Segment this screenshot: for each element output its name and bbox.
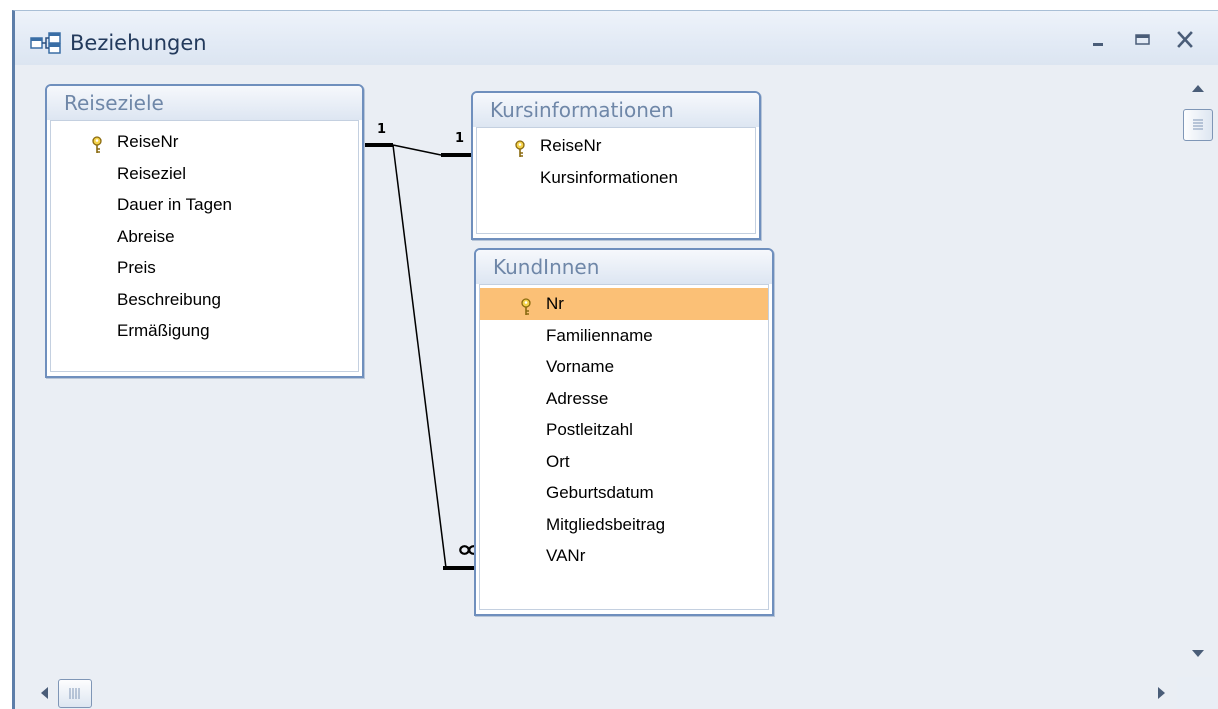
- table-title[interactable]: Kursinformationen: [473, 93, 759, 127]
- field-label: Familienname: [546, 325, 653, 345]
- field-item-selected[interactable]: Nr: [480, 288, 768, 320]
- table-title[interactable]: Reiseziele: [47, 86, 362, 120]
- field-item[interactable]: Mitgliedsbeitrag: [480, 509, 768, 541]
- relationships-window: Beziehungen 1 1 Reiseziele ReiseNr Reise…: [12, 10, 1218, 709]
- field-item[interactable]: Familienname: [480, 320, 768, 352]
- scroll-up-arrow-icon[interactable]: [1191, 83, 1205, 93]
- scroll-down-arrow-icon[interactable]: [1191, 649, 1205, 659]
- relationships-icon: [30, 32, 62, 58]
- field-label: Adresse: [546, 388, 609, 408]
- field-item[interactable]: Vorname: [480, 351, 768, 383]
- maximize-button[interactable]: [1125, 25, 1159, 55]
- minimize-button[interactable]: [1081, 25, 1115, 55]
- vertical-scrollbar[interactable]: [1177, 65, 1218, 677]
- table-kundinnen[interactable]: KundInnen Nr Familienname Vorname Adress…: [474, 248, 774, 616]
- field-label: Abreise: [117, 226, 175, 246]
- minimize-icon: [1093, 43, 1103, 46]
- field-label: Beschreibung: [117, 289, 221, 309]
- close-button[interactable]: [1168, 25, 1202, 55]
- field-item[interactable]: Adresse: [480, 383, 768, 415]
- relationships-canvas[interactable]: 1 1 Reiseziele ReiseNr Reiseziel Dauer i…: [15, 65, 1177, 677]
- field-label: ReiseNr: [117, 132, 179, 151]
- field-label: Preis: [117, 258, 156, 277]
- field-item[interactable]: Abreise: [51, 221, 358, 253]
- maximize-icon: [1135, 34, 1150, 45]
- window-title: Beziehungen: [70, 31, 207, 55]
- field-label: Mitgliedsbeitrag: [546, 514, 666, 534]
- table-title[interactable]: KundInnen: [476, 250, 772, 284]
- field-label: Nr: [546, 294, 564, 313]
- field-label: ReiseNr: [540, 136, 602, 155]
- field-label: Ort: [546, 451, 570, 471]
- field-item[interactable]: Dauer in Tagen: [51, 189, 358, 221]
- field-label: Geburtsdatum: [546, 483, 654, 502]
- field-label: Dauer in Tagen: [117, 195, 232, 214]
- field-item[interactable]: Reiseziel: [51, 158, 358, 190]
- grip-icon: [69, 688, 80, 699]
- grip-icon: [1193, 119, 1203, 130]
- field-list: ReiseNr Kursinformationen: [476, 127, 756, 234]
- cardinality-one-label: 1: [455, 131, 465, 146]
- table-reiseziele[interactable]: Reiseziele ReiseNr Reiseziel Dauer in Ta…: [45, 84, 364, 378]
- field-list: Nr Familienname Vorname Adresse Postleit…: [479, 284, 769, 610]
- field-label: Reiseziel: [117, 163, 186, 183]
- field-item[interactable]: Beschreibung: [51, 284, 358, 316]
- field-item[interactable]: Ort: [480, 446, 768, 478]
- field-item[interactable]: Postleitzahl: [480, 414, 768, 446]
- scroll-left-arrow-icon[interactable]: [39, 686, 49, 700]
- field-label: Postleitzahl: [546, 420, 633, 439]
- field-item[interactable]: Ermäßigung: [51, 315, 358, 347]
- field-label: Ermäßigung: [117, 321, 210, 340]
- field-item[interactable]: VANr: [480, 540, 768, 572]
- close-icon: [1177, 31, 1193, 48]
- title-bar[interactable]: Beziehungen: [15, 11, 1218, 65]
- field-label: VANr: [546, 546, 586, 565]
- field-item[interactable]: ReiseNr: [477, 130, 755, 162]
- vertical-scroll-thumb[interactable]: [1183, 109, 1213, 141]
- horizontal-scroll-thumb[interactable]: [58, 679, 92, 708]
- field-list: ReiseNr Reiseziel Dauer in Tagen Abreise…: [50, 120, 359, 372]
- scroll-right-arrow-icon[interactable]: [1157, 686, 1167, 700]
- table-kursinformationen[interactable]: Kursinformationen ReiseNr Kursinformatio…: [471, 91, 761, 240]
- field-item[interactable]: ReiseNr: [51, 126, 358, 158]
- field-item[interactable]: Kursinformationen: [477, 162, 755, 194]
- cardinality-one-label: 1: [377, 122, 387, 137]
- field-item[interactable]: Geburtsdatum: [480, 477, 768, 509]
- field-label: Kursinformationen: [540, 167, 678, 187]
- horizontal-scrollbar[interactable]: [15, 677, 1177, 709]
- field-label: Vorname: [546, 357, 615, 376]
- field-item[interactable]: Preis: [51, 252, 358, 284]
